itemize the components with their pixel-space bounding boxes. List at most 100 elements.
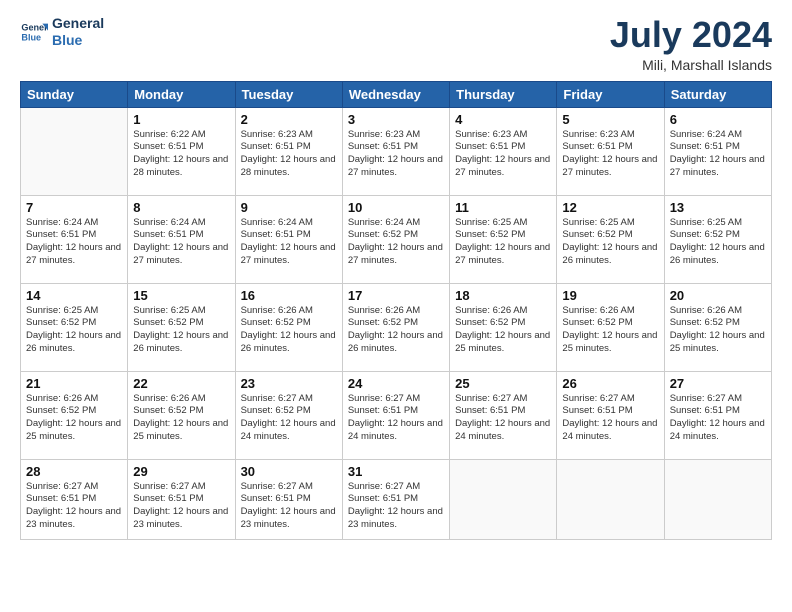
calendar-cell: 7 Sunrise: 6:24 AM Sunset: 6:51 PM Daylig… <box>21 195 128 283</box>
cell-info: Sunrise: 6:27 AM Sunset: 6:52 PM Dayligh… <box>241 393 337 444</box>
calendar-cell: 6Sunrise: 6:24 AM Sunset: 6:51 PM Daylig… <box>664 107 771 195</box>
week-row-3: 14 Sunrise: 6:25 AM Sunset: 6:52 PM Dayli… <box>21 283 772 371</box>
calendar-cell: 16 Sunrise: 6:26 AM Sunset: 6:52 PM Dayli… <box>235 283 342 371</box>
calendar-cell: 23 Sunrise: 6:27 AM Sunset: 6:52 PM Dayli… <box>235 371 342 459</box>
calendar-cell: 28Sunrise: 6:27 AM Sunset: 6:51 PM Dayli… <box>21 459 128 539</box>
calendar-cell: 14 Sunrise: 6:25 AM Sunset: 6:52 PM Dayli… <box>21 283 128 371</box>
cell-info: Sunrise: 6:25 AM Sunset: 6:52 PM Dayligh… <box>133 305 229 356</box>
month-year: July 2024 <box>610 15 772 55</box>
cell-day-number: 9 <box>241 200 337 215</box>
cell-info: Sunrise: 6:26 AM Sunset: 6:52 PM Dayligh… <box>133 393 229 444</box>
cell-info: Sunrise: 6:27 AM Sunset: 6:51 PM Dayligh… <box>26 481 122 532</box>
header: General Blue General Blue July 2024 Mili… <box>20 15 772 73</box>
cell-day-number: 17 <box>348 288 444 303</box>
calendar-cell: 11Sunrise: 6:25 AM Sunset: 6:52 PM Dayli… <box>450 195 557 283</box>
week-row-4: 21Sunrise: 6:26 AM Sunset: 6:52 PM Dayli… <box>21 371 772 459</box>
calendar-cell: 20Sunrise: 6:26 AM Sunset: 6:52 PM Dayli… <box>664 283 771 371</box>
location: Mili, Marshall Islands <box>610 57 772 73</box>
cell-day-number: 10 <box>348 200 444 215</box>
calendar-cell <box>557 459 664 539</box>
calendar-cell: 15 Sunrise: 6:25 AM Sunset: 6:52 PM Dayli… <box>128 283 235 371</box>
day-header-wednesday: Wednesday <box>342 81 449 107</box>
week-row-5: 28Sunrise: 6:27 AM Sunset: 6:51 PM Dayli… <box>21 459 772 539</box>
cell-day-number: 23 <box>241 376 337 391</box>
cell-info: Sunrise: 6:23 AM Sunset: 6:51 PM Dayligh… <box>241 129 337 180</box>
calendar-table: SundayMondayTuesdayWednesdayThursdayFrid… <box>20 81 772 540</box>
cell-info: Sunrise: 6:23 AM Sunset: 6:51 PM Dayligh… <box>348 129 444 180</box>
calendar-cell <box>450 459 557 539</box>
cell-info: Sunrise: 6:27 AM Sunset: 6:51 PM Dayligh… <box>348 481 444 532</box>
day-header-row: SundayMondayTuesdayWednesdayThursdayFrid… <box>21 81 772 107</box>
cell-day-number: 29 <box>133 464 229 479</box>
week-row-1: 1 Sunrise: 6:22 AM Sunset: 6:51 PM Daylig… <box>21 107 772 195</box>
cell-info: Sunrise: 6:26 AM Sunset: 6:52 PM Dayligh… <box>670 305 766 356</box>
cell-info: Sunrise: 6:27 AM Sunset: 6:51 PM Dayligh… <box>133 481 229 532</box>
cell-day-number: 26 <box>562 376 658 391</box>
calendar-cell: 26Sunrise: 6:27 AM Sunset: 6:51 PM Dayli… <box>557 371 664 459</box>
title-block: July 2024 Mili, Marshall Islands <box>610 15 772 73</box>
calendar-cell: 4Sunrise: 6:23 AM Sunset: 6:51 PM Daylig… <box>450 107 557 195</box>
calendar-cell <box>664 459 771 539</box>
calendar-cell: 27 Sunrise: 6:27 AM Sunset: 6:51 PM Dayli… <box>664 371 771 459</box>
cell-day-number: 5 <box>562 112 658 127</box>
calendar-cell: 31 Sunrise: 6:27 AM Sunset: 6:51 PM Dayli… <box>342 459 449 539</box>
day-header-friday: Friday <box>557 81 664 107</box>
cell-info: Sunrise: 6:26 AM Sunset: 6:52 PM Dayligh… <box>348 305 444 356</box>
logo-line1: General <box>52 15 104 32</box>
calendar-cell: 2 Sunrise: 6:23 AM Sunset: 6:51 PM Daylig… <box>235 107 342 195</box>
calendar-cell: 12 Sunrise: 6:25 AM Sunset: 6:52 PM Dayli… <box>557 195 664 283</box>
calendar-cell: 30Sunrise: 6:27 AM Sunset: 6:51 PM Dayli… <box>235 459 342 539</box>
calendar-cell: 21Sunrise: 6:26 AM Sunset: 6:52 PM Dayli… <box>21 371 128 459</box>
week-row-2: 7 Sunrise: 6:24 AM Sunset: 6:51 PM Daylig… <box>21 195 772 283</box>
cell-info: Sunrise: 6:25 AM Sunset: 6:52 PM Dayligh… <box>670 217 766 268</box>
calendar-cell: 1 Sunrise: 6:22 AM Sunset: 6:51 PM Daylig… <box>128 107 235 195</box>
cell-info: Sunrise: 6:27 AM Sunset: 6:51 PM Dayligh… <box>348 393 444 444</box>
cell-info: Sunrise: 6:26 AM Sunset: 6:52 PM Dayligh… <box>455 305 551 356</box>
cell-info: Sunrise: 6:27 AM Sunset: 6:51 PM Dayligh… <box>241 481 337 532</box>
cell-day-number: 31 <box>348 464 444 479</box>
cell-info: Sunrise: 6:26 AM Sunset: 6:52 PM Dayligh… <box>241 305 337 356</box>
cell-day-number: 15 <box>133 288 229 303</box>
cell-info: Sunrise: 6:26 AM Sunset: 6:52 PM Dayligh… <box>562 305 658 356</box>
cell-day-number: 27 <box>670 376 766 391</box>
cell-day-number: 16 <box>241 288 337 303</box>
cell-info: Sunrise: 6:23 AM Sunset: 6:51 PM Dayligh… <box>562 129 658 180</box>
cell-day-number: 14 <box>26 288 122 303</box>
calendar-cell: 17 Sunrise: 6:26 AM Sunset: 6:52 PM Dayli… <box>342 283 449 371</box>
cell-day-number: 1 <box>133 112 229 127</box>
day-header-tuesday: Tuesday <box>235 81 342 107</box>
cell-day-number: 4 <box>455 112 551 127</box>
cell-day-number: 13 <box>670 200 766 215</box>
cell-info: Sunrise: 6:27 AM Sunset: 6:51 PM Dayligh… <box>670 393 766 444</box>
calendar-cell: 13 Sunrise: 6:25 AM Sunset: 6:52 PM Dayli… <box>664 195 771 283</box>
cell-day-number: 19 <box>562 288 658 303</box>
cell-info: Sunrise: 6:26 AM Sunset: 6:52 PM Dayligh… <box>26 393 122 444</box>
cell-day-number: 12 <box>562 200 658 215</box>
calendar-cell: 25Sunrise: 6:27 AM Sunset: 6:51 PM Dayli… <box>450 371 557 459</box>
cell-day-number: 7 <box>26 200 122 215</box>
calendar-cell: 18 Sunrise: 6:26 AM Sunset: 6:52 PM Dayli… <box>450 283 557 371</box>
cell-day-number: 18 <box>455 288 551 303</box>
cell-info: Sunrise: 6:25 AM Sunset: 6:52 PM Dayligh… <box>26 305 122 356</box>
cell-info: Sunrise: 6:27 AM Sunset: 6:51 PM Dayligh… <box>455 393 551 444</box>
calendar-cell <box>21 107 128 195</box>
calendar-cell: 24Sunrise: 6:27 AM Sunset: 6:51 PM Dayli… <box>342 371 449 459</box>
cell-day-number: 2 <box>241 112 337 127</box>
day-header-sunday: Sunday <box>21 81 128 107</box>
cell-info: Sunrise: 6:24 AM Sunset: 6:52 PM Dayligh… <box>348 217 444 268</box>
logo-line2: Blue <box>52 32 104 49</box>
cell-info: Sunrise: 6:24 AM Sunset: 6:51 PM Dayligh… <box>26 217 122 268</box>
day-header-monday: Monday <box>128 81 235 107</box>
logo: General Blue General Blue <box>20 15 104 49</box>
cell-info: Sunrise: 6:22 AM Sunset: 6:51 PM Dayligh… <box>133 129 229 180</box>
day-header-thursday: Thursday <box>450 81 557 107</box>
calendar-cell: 8Sunrise: 6:24 AM Sunset: 6:51 PM Daylig… <box>128 195 235 283</box>
day-header-saturday: Saturday <box>664 81 771 107</box>
cell-info: Sunrise: 6:24 AM Sunset: 6:51 PM Dayligh… <box>133 217 229 268</box>
cell-day-number: 6 <box>670 112 766 127</box>
calendar-cell: 5 Sunrise: 6:23 AM Sunset: 6:51 PM Daylig… <box>557 107 664 195</box>
calendar-cell: 29 Sunrise: 6:27 AM Sunset: 6:51 PM Dayli… <box>128 459 235 539</box>
cell-info: Sunrise: 6:25 AM Sunset: 6:52 PM Dayligh… <box>562 217 658 268</box>
calendar-cell: 9Sunrise: 6:24 AM Sunset: 6:51 PM Daylig… <box>235 195 342 283</box>
page: General Blue General Blue July 2024 Mili… <box>0 0 792 612</box>
